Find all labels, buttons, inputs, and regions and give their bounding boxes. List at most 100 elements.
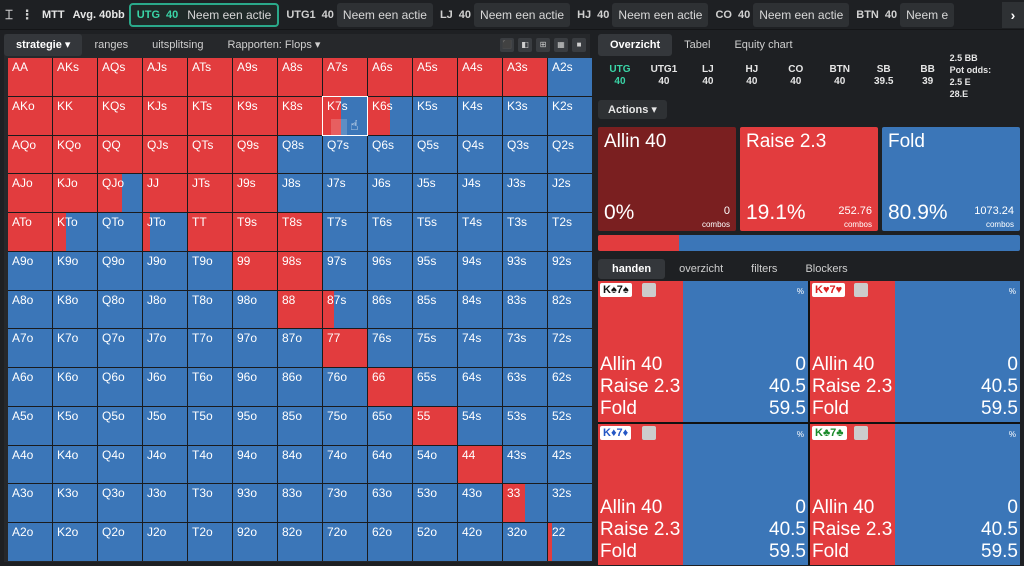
hand-cell[interactable]: Q8s (278, 135, 322, 174)
hand-cell[interactable]: 33 (503, 484, 547, 523)
hand-cell[interactable]: 95s (413, 251, 457, 290)
hand-cell[interactable]: Q5s (413, 135, 457, 174)
summary-position[interactable]: BTN 40 (818, 64, 862, 88)
summary-position[interactable]: SB 39.5 (862, 64, 906, 88)
hand-cell[interactable]: 97s (323, 251, 367, 290)
hand-cell[interactable]: 73o (323, 484, 367, 523)
hand-cell[interactable]: K8o (53, 290, 97, 329)
action-card[interactable]: Fold 80.9% 1073.24 combos (882, 127, 1020, 231)
view-icon[interactable]: ◧ (518, 38, 532, 52)
hand-cell[interactable]: T6o (188, 368, 232, 406)
position-hj[interactable]: HJ 40 Neem een actie (574, 2, 709, 27)
hand-cell[interactable]: 74s (458, 329, 502, 368)
hand-cell[interactable]: 52s (548, 406, 592, 445)
hand-cell[interactable]: KJo (53, 174, 97, 213)
hand-cell[interactable]: 32o (503, 523, 547, 561)
hand-cell[interactable]: QJo (98, 174, 142, 213)
hand-cell[interactable]: Q7s (323, 135, 367, 174)
summary-position[interactable]: LJ 40 (686, 64, 730, 88)
hand-cell[interactable]: KQo (53, 135, 97, 174)
hand-cell[interactable]: K9o (53, 251, 97, 290)
hand-cell[interactable]: A9o (8, 251, 52, 290)
hand-cell[interactable]: 55 (413, 406, 457, 445)
hand-cell[interactable]: A2o (8, 523, 52, 561)
hand-cell[interactable]: 83o (278, 484, 322, 523)
hand-cell[interactable]: QQ (98, 135, 142, 174)
hand-cell[interactable]: K6s (368, 96, 412, 135)
hand-cell[interactable]: J2s (548, 174, 592, 213)
hand-cell[interactable]: T8o (188, 290, 232, 329)
hand-cell[interactable]: T3o (188, 484, 232, 523)
hand-cell[interactable]: A7s (323, 58, 367, 96)
hand-cell[interactable]: K6o (53, 368, 97, 406)
hand-cell[interactable]: T2s (548, 213, 592, 251)
hand-cell[interactable]: Q9s (233, 135, 277, 174)
hand-cell[interactable]: A8o (8, 290, 52, 329)
hand-cell[interactable]: A9s (233, 58, 277, 96)
hand-cell[interactable]: Q8o (98, 290, 142, 329)
hand-cell[interactable]: 43s (503, 445, 547, 484)
hand-cell[interactable]: J7s (323, 174, 367, 213)
hand-cell[interactable]: Q3o (98, 484, 142, 523)
hand-cell[interactable]: K5o (53, 406, 97, 445)
hand-cell[interactable]: 74o (323, 445, 367, 484)
hand-cell[interactable]: 83s (503, 290, 547, 329)
hand-cell[interactable]: 65s (413, 368, 457, 406)
hand-cell[interactable]: 76s (368, 329, 412, 368)
position-utg1[interactable]: UTG1 40 Neem een actie (283, 2, 433, 27)
tab-right-0[interactable]: Overzicht (598, 34, 673, 56)
hand-cell[interactable]: 82s (548, 290, 592, 329)
tab-hands-2[interactable]: filters (737, 259, 791, 279)
hand-cell[interactable]: 22 (548, 523, 592, 561)
tab-hands-1[interactable]: overzicht (665, 259, 737, 279)
collapse-icon[interactable]: ⌶ (0, 7, 18, 23)
hand-cell[interactable]: Q6s (368, 135, 412, 174)
hand-cell[interactable]: QTo (98, 213, 142, 251)
hand-cell[interactable]: AA (8, 58, 52, 96)
hand-cell[interactable]: J9s (233, 174, 277, 213)
summary-position[interactable]: BB 39 (906, 64, 950, 88)
hand-cell[interactable]: ATs (188, 58, 232, 96)
hand-cell[interactable]: 73s (503, 329, 547, 368)
hand-cell[interactable]: 84s (458, 290, 502, 329)
hand-cell[interactable]: AJs (143, 58, 187, 96)
hand-cell[interactable]: J4s (458, 174, 502, 213)
hand-cell[interactable]: J2o (143, 523, 187, 561)
hand-cell[interactable]: 93s (503, 251, 547, 290)
hand-cell[interactable]: ATo (8, 213, 52, 251)
chevron-right-icon[interactable]: › (1002, 2, 1024, 28)
action-button[interactable]: Neem een actie (181, 3, 277, 27)
hand-cell[interactable]: A5s (413, 58, 457, 96)
hand-cell[interactable]: A7o (8, 329, 52, 368)
hand-cell[interactable]: 54s (458, 406, 502, 445)
hand-cell[interactable]: T9o (188, 251, 232, 290)
hand-cell[interactable]: 98o (233, 290, 277, 329)
hand-cell[interactable]: T6s (368, 213, 412, 251)
hand-cell[interactable]: 62o (368, 523, 412, 561)
hand-cell[interactable]: J8o (143, 290, 187, 329)
hand-cell[interactable]: J7o (143, 329, 187, 368)
hand-cell[interactable]: A6o (8, 368, 52, 406)
hand-cell[interactable]: K8s (278, 96, 322, 135)
tab-right-1[interactable]: Tabel (672, 34, 722, 56)
hand-cell[interactable]: JJ (143, 174, 187, 213)
position-utg[interactable]: UTG 40 Neem een actie (128, 2, 280, 27)
hand-cell[interactable]: 86o (278, 368, 322, 406)
hand-cell[interactable]: 96o (233, 368, 277, 406)
hand-cell[interactable]: 82o (278, 523, 322, 561)
hand-cell[interactable]: 86s (368, 290, 412, 329)
action-card[interactable]: Allin 40 0% 0 combos (598, 127, 736, 231)
tab-left-1[interactable]: ranges (82, 34, 140, 56)
hand-cell[interactable]: JTo (143, 213, 187, 251)
hand-cell[interactable]: A6s (368, 58, 412, 96)
hand-cell[interactable]: 66 (368, 368, 412, 406)
hand-cell[interactable]: 97o (233, 329, 277, 368)
hand-cell[interactable]: Q2s (548, 135, 592, 174)
hand-cell[interactable]: 98s (278, 251, 322, 290)
tab-left-0[interactable]: strategie ▾ (4, 34, 83, 56)
hand-cell[interactable]: KJs (143, 96, 187, 135)
hand-cell[interactable]: T8s (278, 213, 322, 251)
hand-cell[interactable]: Q4s (458, 135, 502, 174)
hand-cell[interactable]: 65o (368, 406, 412, 445)
hand-cell[interactable]: T4o (188, 445, 232, 484)
